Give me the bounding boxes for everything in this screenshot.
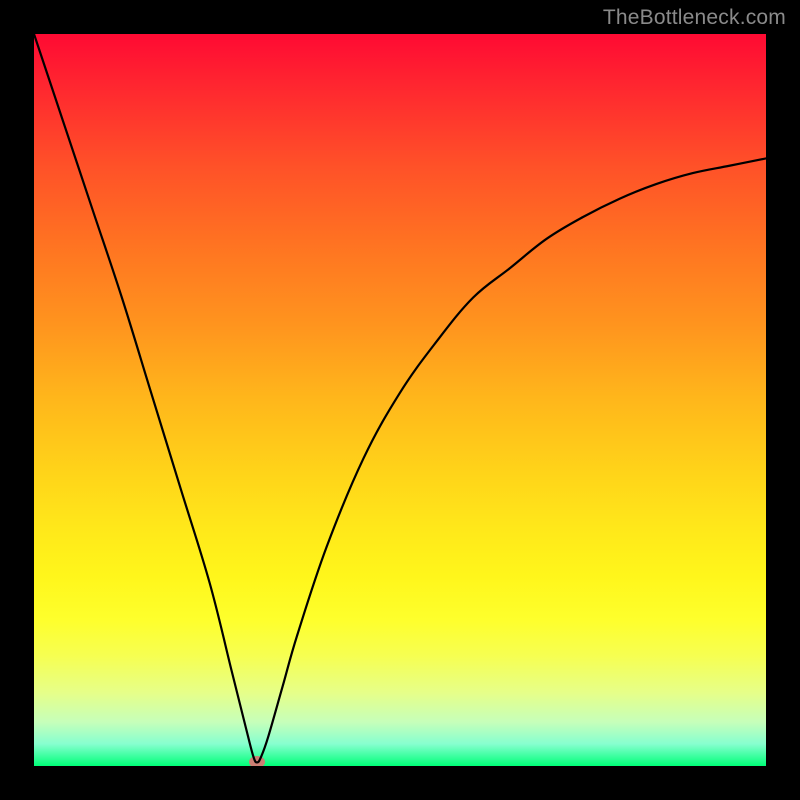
plot-area [34,34,766,766]
chart-frame: TheBottleneck.com [0,0,800,800]
bottleneck-curve [34,34,766,766]
watermark-text: TheBottleneck.com [603,6,786,30]
